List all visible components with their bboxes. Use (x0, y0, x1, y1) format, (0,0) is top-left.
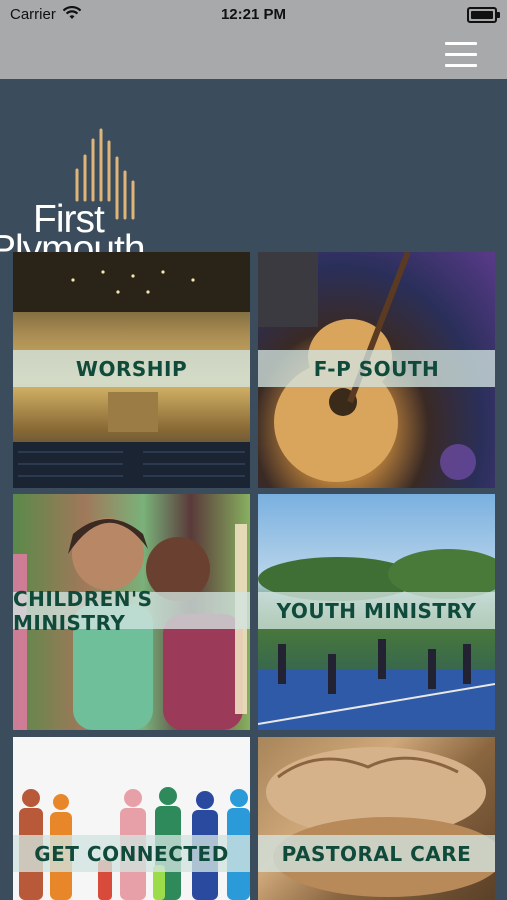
tile-label-childrens-ministry: CHILDREN'S MINISTRY (13, 587, 250, 635)
battery-icon (467, 7, 500, 23)
tile-label-worship: WORSHIP (13, 350, 250, 387)
tile-youth-ministry[interactable]: YOUTH MINISTRY (258, 494, 495, 730)
hamburger-menu-icon[interactable] (445, 42, 477, 68)
people-silhouettes-image (19, 787, 250, 900)
tile-label-get-connected: GET CONNECTED (13, 835, 250, 872)
tile-label-fp-south: F-P SOUTH (258, 350, 495, 387)
tile-worship[interactable]: WORSHIP (13, 252, 250, 488)
clock: 12:21 PM (220, 6, 287, 23)
tile-pastoral-care[interactable]: PASTORAL CARE (258, 737, 495, 900)
status-bar: Carrier 12:21 PM (0, 0, 507, 30)
first-plymouth-logo: First Plymouth (0, 120, 170, 271)
tile-label-youth-ministry: YOUTH MINISTRY (258, 592, 495, 629)
tile-get-connected[interactable]: GET CONNECTED (13, 737, 250, 900)
hands-image (266, 747, 495, 897)
tile-label-pastoral-care: PASTORAL CARE (258, 835, 495, 872)
tile-fp-south[interactable]: F-P SOUTH (258, 252, 495, 488)
nav-bar (0, 30, 507, 79)
tile-childrens-ministry[interactable]: CHILDREN'S MINISTRY (13, 494, 250, 730)
